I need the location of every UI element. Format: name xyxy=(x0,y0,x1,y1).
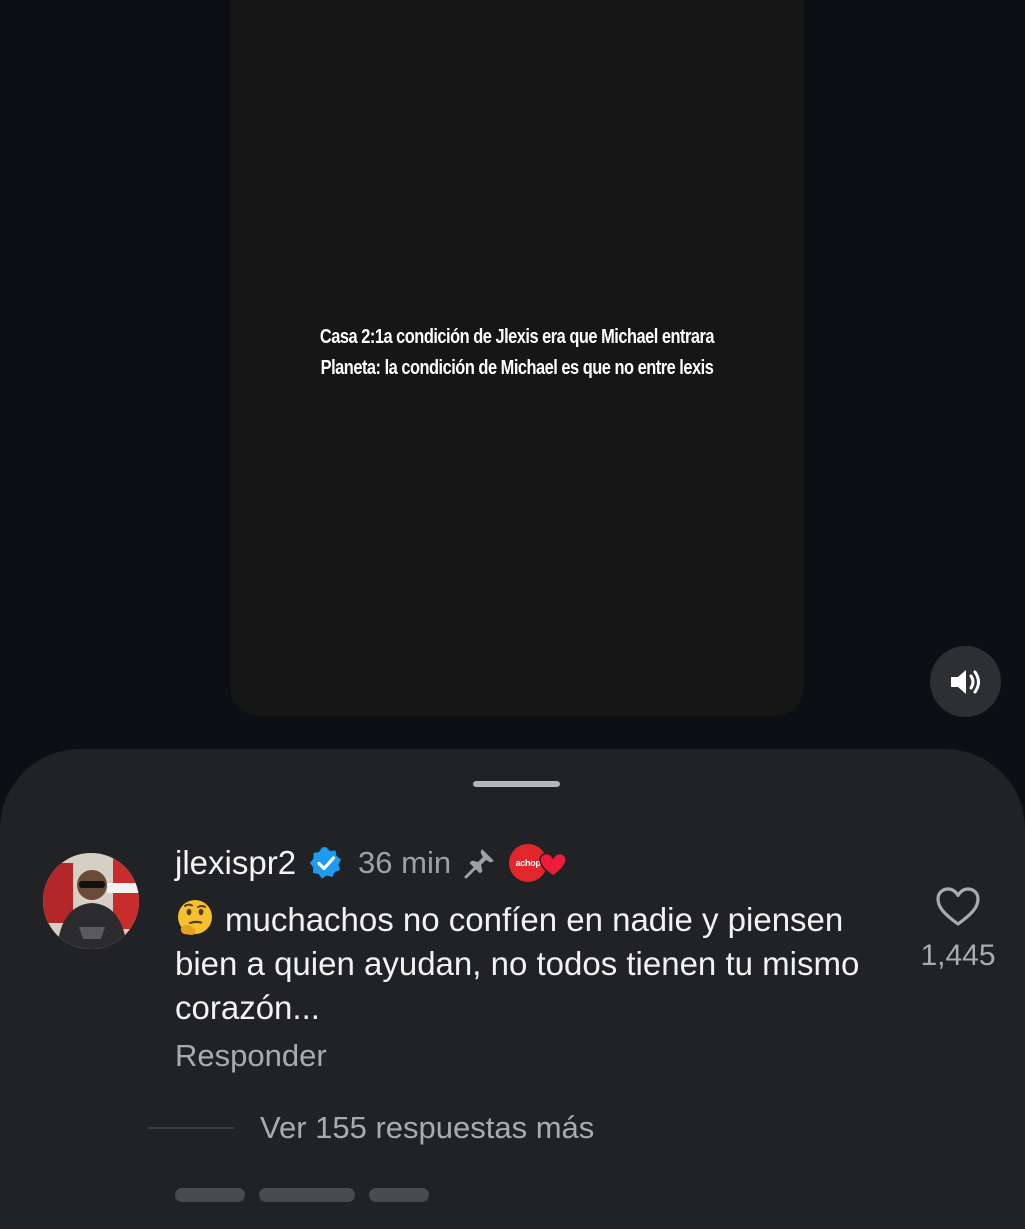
reel-video[interactable]: Casa 2:1a condición de Jlexis era que Mi… xyxy=(230,0,804,716)
drag-handle[interactable] xyxy=(473,781,560,787)
avatar[interactable] xyxy=(43,853,139,949)
volume-icon xyxy=(950,669,980,694)
replies-divider xyxy=(148,1127,234,1129)
volume-button[interactable] xyxy=(930,646,1001,717)
comment-text: muchachos no confíen en nadie y piensen … xyxy=(175,901,860,1026)
comment-username[interactable]: jlexispr2 xyxy=(175,844,296,882)
reply-button[interactable]: Responder xyxy=(175,1038,327,1074)
comment-body: muchachos no confíen en nadie y piensen … xyxy=(175,898,875,1030)
reel-caption: Casa 2:1a condición de Jlexis era que Mi… xyxy=(282,322,753,384)
creator-liked-badge: achop xyxy=(509,844,569,882)
like-count: 1,445 xyxy=(920,939,996,972)
heart-outline-icon xyxy=(936,887,980,926)
comment-timestamp: 36 min xyxy=(358,845,452,880)
heart-icon xyxy=(539,852,567,877)
avatar-image xyxy=(43,853,139,949)
reel-caption-line1: Casa 2:1a condición de Jlexis era que Mi… xyxy=(319,326,715,348)
verified-badge-icon xyxy=(310,847,342,879)
reel-caption-line2: Planeta: la condición de Michael es que … xyxy=(320,357,714,379)
like-button[interactable]: 1,445 xyxy=(918,886,998,973)
pin-icon xyxy=(464,849,495,879)
view-replies-button[interactable]: Ver 155 respuestas más xyxy=(148,1110,594,1146)
view-replies-label: Ver 155 respuestas más xyxy=(260,1110,595,1145)
thinking-face-icon xyxy=(178,900,212,935)
comment-header: jlexispr2 36 min achop xyxy=(175,843,569,883)
